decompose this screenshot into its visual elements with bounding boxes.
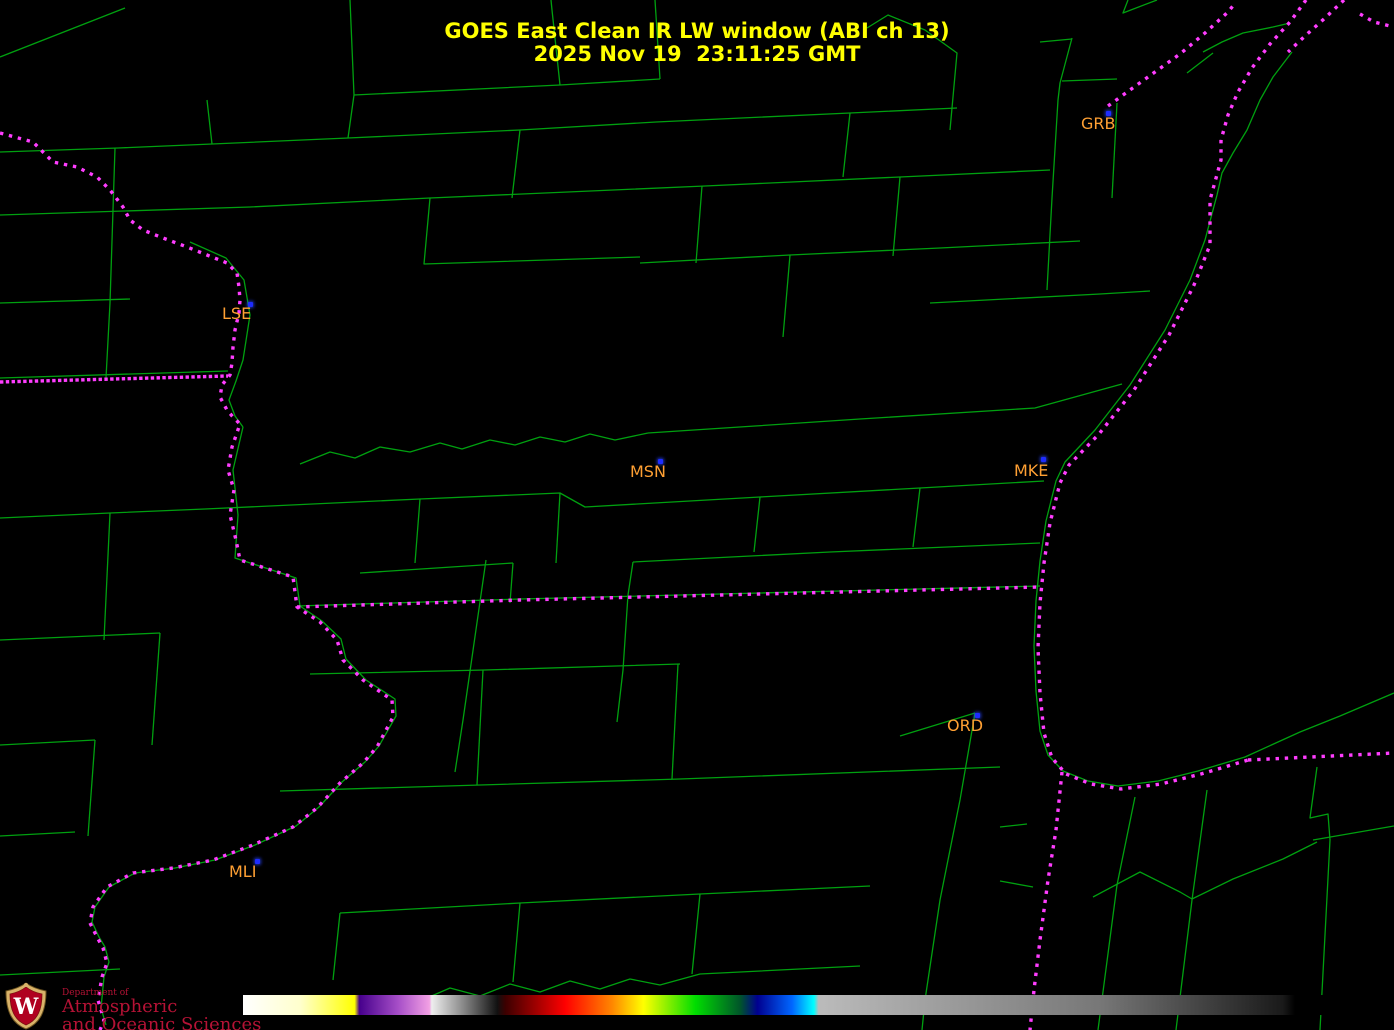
state-borders bbox=[0, 0, 1394, 1030]
shore-lake-michigan-west bbox=[1036, 140, 1249, 791]
shore-door-peninsula-west bbox=[1219, 0, 1308, 141]
station-label-LSE: LSE bbox=[222, 304, 252, 323]
border-wi-il bbox=[296, 585, 1041, 609]
station-label-MSN: MSN bbox=[630, 462, 666, 481]
map-canvas bbox=[0, 0, 1394, 1030]
shore-door-peninsula-east bbox=[1286, 0, 1346, 54]
shore-green-bay-west bbox=[1107, 0, 1238, 108]
border-il-in bbox=[1028, 771, 1064, 1030]
border-south-of-lake bbox=[1247, 751, 1394, 762]
uw-aos-logo: W Department of Atmospheric and Oceanic … bbox=[4, 982, 261, 1030]
county-boundaries bbox=[0, 0, 1394, 1030]
station-label-GRB: GRB bbox=[1081, 114, 1116, 133]
logo-line-2: and Oceanic Sciences bbox=[62, 1014, 262, 1030]
station-label-MLI: MLI bbox=[229, 862, 257, 881]
ir-colorbar bbox=[243, 995, 1394, 1015]
station-label-ORD: ORD bbox=[947, 716, 984, 735]
station-label-MKE: MKE bbox=[1014, 461, 1049, 480]
border-mississippi-river bbox=[0, 131, 395, 1030]
satellite-image-viewport: GOES East Clean IR LW window (ABI ch 13)… bbox=[0, 0, 1394, 1030]
shore-michigan-corner bbox=[1359, 12, 1394, 29]
svg-text:W: W bbox=[13, 994, 39, 1020]
uw-crest-icon: W bbox=[5, 982, 47, 1030]
